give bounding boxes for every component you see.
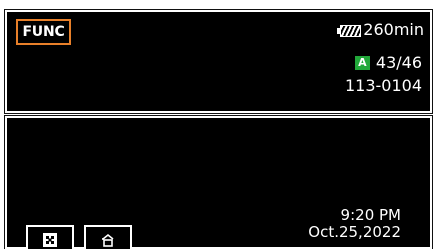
time-display: 9:20 PM [340, 206, 401, 224]
date-display: Oct.25,2022 [308, 223, 401, 241]
battery-remaining-time: 260min [363, 20, 424, 39]
top-info-panel: FUNC 260min A 43/46 113-0104 [4, 9, 433, 114]
record-mode-button[interactable] [84, 225, 132, 249]
camera-lcd-screen: FUNC 260min A 43/46 113-0104 9:20 PM Oct… [0, 0, 437, 249]
record-mode-icon [102, 233, 114, 247]
sd-card-slot-icon: A [354, 56, 370, 70]
index-grid-icon [43, 233, 57, 247]
func-button[interactable]: FUNC [16, 19, 71, 45]
clip-count: 43/46 [375, 53, 422, 72]
index-view-button[interactable] [26, 225, 74, 249]
bottom-info-panel: 9:20 PM Oct.25,2022 [4, 115, 433, 249]
clip-counter: A 43/46 [354, 53, 422, 73]
battery-status: 260min [337, 20, 424, 40]
file-number: 113-0104 [344, 76, 422, 95]
battery-icon [337, 24, 362, 37]
